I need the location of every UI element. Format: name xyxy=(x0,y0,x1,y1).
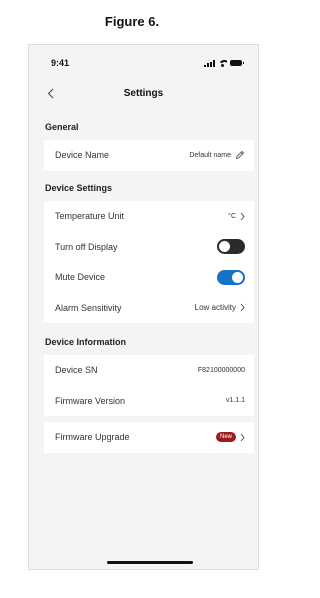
device-name-label: Device Name xyxy=(55,150,110,161)
chevron-right-icon xyxy=(240,212,245,221)
alarm-sensitivity-label: Alarm Sensitivity xyxy=(55,302,122,313)
row-alarm-sensitivity[interactable]: Alarm Sensitivity Low activity xyxy=(44,293,254,324)
alarm-sensitivity-value: Low activity xyxy=(194,303,236,313)
mute-device-toggle[interactable] xyxy=(217,269,245,285)
temperature-unit-value: °C xyxy=(228,212,236,220)
row-firmware-upgrade[interactable]: Firmware Upgrade New xyxy=(44,422,254,453)
turn-off-display-toggle[interactable] xyxy=(217,239,245,255)
back-chevron-icon[interactable] xyxy=(43,86,57,100)
firmware-version-value: v1.1.1 xyxy=(225,397,245,405)
battery-icon xyxy=(230,60,244,66)
row-temperature-unit[interactable]: Temperature Unit °C xyxy=(44,201,254,232)
row-turn-off-display: Turn off Display xyxy=(44,232,254,263)
card-general: Device Name Default name xyxy=(44,140,254,171)
new-badge: New xyxy=(215,432,236,443)
pencil-icon[interactable] xyxy=(235,150,245,160)
alarm-sensitivity-value-group: Low activity xyxy=(195,303,245,312)
device-name-value: Default name xyxy=(189,151,231,159)
status-time: 9:41 xyxy=(51,58,70,68)
row-firmware-version: Firmware Version v1.1.1 xyxy=(44,386,254,417)
status-icons xyxy=(204,59,244,67)
firmware-version-label: Firmware Version xyxy=(55,395,126,406)
section-header-device-settings: Device Settings xyxy=(45,183,113,193)
device-name-value-group: Default name xyxy=(189,150,245,160)
section-header-general: General xyxy=(45,122,79,132)
figure-caption: Figure 6. xyxy=(104,14,160,29)
nav-bar: Settings xyxy=(29,81,258,105)
section-header-device-information: Device Information xyxy=(45,337,127,347)
row-device-sn: Device SN F82100000000 xyxy=(44,355,254,386)
temperature-unit-value-group: °C xyxy=(228,212,245,221)
firmware-upgrade-label: Firmware Upgrade xyxy=(55,432,130,443)
card-firmware-upgrade: Firmware Upgrade New xyxy=(44,422,254,453)
chevron-right-icon xyxy=(240,303,245,312)
status-bar: 9:41 xyxy=(29,45,258,81)
signal-icon xyxy=(204,59,215,67)
row-device-name[interactable]: Device Name Default name xyxy=(44,140,254,171)
phone-screen: 9:41 Settings General Device Name Defaul… xyxy=(28,44,259,570)
page-title: Settings xyxy=(123,87,164,99)
device-sn-label: Device SN xyxy=(55,365,98,376)
device-sn-value: F82100000000 xyxy=(197,366,245,374)
wifi-icon xyxy=(218,59,227,67)
row-mute-device: Mute Device xyxy=(44,262,254,293)
firmware-upgrade-value-group: New xyxy=(215,432,245,443)
chevron-right-icon xyxy=(240,433,245,442)
temperature-unit-label: Temperature Unit xyxy=(55,211,125,222)
home-indicator[interactable] xyxy=(107,561,193,564)
mute-device-label: Mute Device xyxy=(55,272,106,283)
card-device-information: Device SN F82100000000 Firmware Version … xyxy=(44,355,254,416)
turn-off-display-label: Turn off Display xyxy=(55,241,118,252)
card-device-settings: Temperature Unit °C Turn off Display Mut… xyxy=(44,201,254,323)
